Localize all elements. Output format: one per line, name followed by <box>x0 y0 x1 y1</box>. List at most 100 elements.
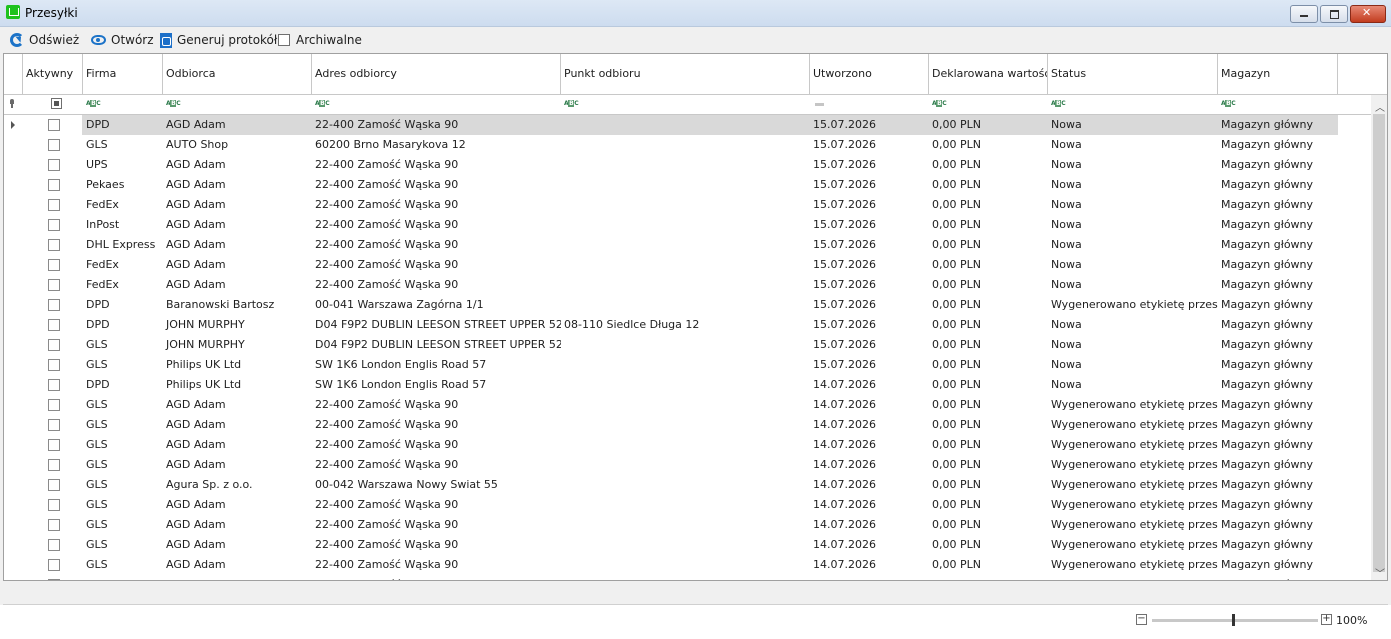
row-active-checkbox[interactable] <box>48 379 60 391</box>
row-active-checkbox[interactable] <box>48 499 60 511</box>
table-row[interactable]: GLSAGD Adam22-400 Zamość Wąska 9014.07.2… <box>4 415 1369 435</box>
open-button[interactable]: Otwórz <box>91 31 154 49</box>
filter-recipient[interactable]: ABC <box>163 95 312 114</box>
table-row[interactable]: GLS AUTO Shop 60200 Brno Masarykova 12 15.0… <box>4 135 1369 155</box>
row-active-checkbox[interactable] <box>48 339 60 351</box>
column-header-declared-value[interactable]: Deklarowana wartość <box>929 54 1048 94</box>
filter-status[interactable]: ABC <box>1048 95 1218 114</box>
column-header-active[interactable]: Aktywny <box>23 54 83 94</box>
refresh-button[interactable]: Odśwież <box>10 31 79 49</box>
cell-warehouse: Magazyn główny <box>1221 338 1314 351</box>
row-active-checkbox[interactable] <box>48 179 60 191</box>
cell-recipient: JOHN MURPHY <box>166 318 245 331</box>
row-active-checkbox[interactable] <box>48 199 60 211</box>
minimize-icon[interactable] <box>1290 5 1318 23</box>
table-row[interactable]: DHL Express AGD Adam 22-400 Zamość Wąska 9… <box>4 235 1369 255</box>
cell-status: Wygenerowano etykietę przesyłki <box>1051 398 1218 411</box>
zoom-slider-track[interactable] <box>1152 619 1318 622</box>
table-row[interactable]: GLSAGD Adam22-400 Zamość Wąska 9014.07.2… <box>4 495 1369 515</box>
table-row[interactable]: GLSAGD Adam22-400 Zamość Wąska 9014.07.2… <box>4 575 1369 580</box>
filter-pickup-point[interactable]: ABC <box>561 95 810 114</box>
filter-declared-value[interactable]: ABC <box>929 95 1048 114</box>
cell-declared-value: 0,00 PLN <box>932 218 981 231</box>
table-row[interactable]: DPD AGD Adam 22-400 Zamość Wąska 90 15.07.2… <box>4 115 1369 135</box>
row-active-checkbox[interactable] <box>48 299 60 311</box>
archive-checkbox-box[interactable] <box>278 34 290 46</box>
row-active-checkbox[interactable] <box>48 239 60 251</box>
cell-company: DPD <box>86 118 110 131</box>
scroll-up-icon[interactable]: ︿ <box>1375 99 1385 114</box>
table-row[interactable]: GLSAGD Adam22-400 Zamość Wąska 9014.07.2… <box>4 435 1369 455</box>
table-row[interactable]: GLSAGD Adam22-400 Zamość Wąska 9014.07.2… <box>4 455 1369 475</box>
zoom-in-button[interactable]: + <box>1321 614 1332 625</box>
table-row[interactable]: GLSAGD Adam22-400 Zamość Wąska 9014.07.2… <box>4 395 1369 415</box>
cell-declared-value: 0,00 PLN <box>932 398 981 411</box>
row-active-checkbox[interactable] <box>48 359 60 371</box>
table-row[interactable]: FedEx AGD Adam 22-400 Zamość Wąska 90 15.07… <box>4 275 1369 295</box>
cell-created: 15.07.2026 <box>813 318 876 331</box>
filter-recipient-address[interactable]: ABC <box>312 95 561 114</box>
row-active-checkbox[interactable] <box>48 519 60 531</box>
cell-company: GLS <box>86 558 108 571</box>
row-active-checkbox[interactable] <box>48 159 60 171</box>
table-row[interactable]: GLSAGD Adam22-400 Zamość Wąska 9014.07.2… <box>4 515 1369 535</box>
row-active-checkbox[interactable] <box>48 439 60 451</box>
column-header-recipient-address[interactable]: Adres odbiorcy <box>312 54 561 94</box>
column-header-created[interactable]: Utworzono <box>810 54 929 94</box>
cell-warehouse: Magazyn główny <box>1221 238 1314 251</box>
row-active-checkbox[interactable] <box>48 479 60 491</box>
table-row[interactable]: GLSAGD Adam22-400 Zamość Wąska 9014.07.2… <box>4 535 1369 555</box>
table-row[interactable]: GLS Agura Sp. z o.o. 00-042 Warszawa Nowy … <box>4 475 1369 495</box>
table-row[interactable]: GLS Philips UK Ltd SW 1K6 London Englis Ro… <box>4 355 1369 375</box>
cell-company: DPD <box>86 318 110 331</box>
table-row[interactable]: UPS AGD Adam 22-400 Zamość Wąska 90 15.07.2… <box>4 155 1369 175</box>
row-active-checkbox[interactable] <box>48 539 60 551</box>
archive-checkbox[interactable]: Archiwalne <box>278 31 362 49</box>
cell-warehouse: Magazyn główny <box>1221 458 1314 471</box>
filter-warehouse[interactable]: ABC <box>1218 95 1338 114</box>
table-row[interactable]: InPost AGD Adam 22-400 Zamość Wąska 90 15.0… <box>4 215 1369 235</box>
table-row[interactable]: GLS JOHN MURPHY D04 F9P2 DUBLIN LEESON STR… <box>4 335 1369 355</box>
column-header-recipient[interactable]: Odbiorca <box>163 54 312 94</box>
scroll-down-icon[interactable]: ﹀ <box>1375 565 1385 580</box>
table-row[interactable]: DPD Philips UK Ltd SW 1K6 London Englis Ro… <box>4 375 1369 395</box>
close-icon[interactable] <box>1350 5 1386 23</box>
row-active-checkbox[interactable] <box>48 259 60 271</box>
generate-protocol-button[interactable]: Generuj protokół <box>160 31 277 49</box>
row-active-checkbox[interactable] <box>48 119 60 131</box>
row-active-checkbox[interactable] <box>48 419 60 431</box>
row-active-checkbox[interactable] <box>48 399 60 411</box>
table-row[interactable]: DPD JOHN MURPHY D04 F9P2 DUBLIN LEESON STR… <box>4 315 1369 335</box>
maximize-icon[interactable] <box>1320 5 1348 23</box>
cell-created: 15.07.2026 <box>813 138 876 151</box>
scrollbar-thumb[interactable] <box>1373 114 1385 572</box>
column-header-warehouse[interactable]: Magazyn <box>1218 54 1338 94</box>
column-header-pickup-point[interactable]: Punkt odbioru <box>561 54 810 94</box>
zoom-slider-thumb[interactable] <box>1232 614 1235 626</box>
table-row[interactable]: FedEx AGD Adam 22-400 Zamość Wąska 90 15.07… <box>4 195 1369 215</box>
vertical-scrollbar[interactable]: ︿ ﹀ <box>1371 95 1387 580</box>
table-row[interactable]: FedEx AGD Adam 22-400 Zamość Wąska 90 15.07… <box>4 255 1369 275</box>
cell-created: 14.07.2026 <box>813 398 876 411</box>
row-active-checkbox[interactable] <box>48 139 60 151</box>
table-row[interactable]: DPD Baranowski Bartosz 00-041 Warszawa Zag… <box>4 295 1369 315</box>
row-active-checkbox[interactable] <box>48 319 60 331</box>
filter-created[interactable] <box>810 95 929 114</box>
column-header-company[interactable]: Firma <box>83 54 163 94</box>
row-active-checkbox[interactable] <box>48 559 60 571</box>
cell-recipient: AGD Adam <box>166 198 226 211</box>
cell-status: Nowa <box>1051 338 1082 351</box>
cell-pickup-point <box>561 435 810 455</box>
filter-active[interactable] <box>4 95 83 114</box>
table-row[interactable]: GLSAGD Adam22-400 Zamość Wąska 9014.07.2… <box>4 555 1369 575</box>
column-header-status[interactable]: Status <box>1048 54 1218 94</box>
row-active-checkbox[interactable] <box>48 279 60 291</box>
filter-active-checkbox[interactable] <box>51 98 62 109</box>
cell-warehouse: Magazyn główny <box>1221 498 1314 511</box>
row-active-checkbox[interactable] <box>48 219 60 231</box>
table-row[interactable]: Pekaes AGD Adam 22-400 Zamość Wąska 90 15.0… <box>4 175 1369 195</box>
filter-company[interactable]: ABC <box>83 95 163 114</box>
row-active-checkbox[interactable] <box>48 459 60 471</box>
zoom-out-button[interactable]: − <box>1136 614 1147 625</box>
row-active-checkbox[interactable] <box>48 579 60 580</box>
